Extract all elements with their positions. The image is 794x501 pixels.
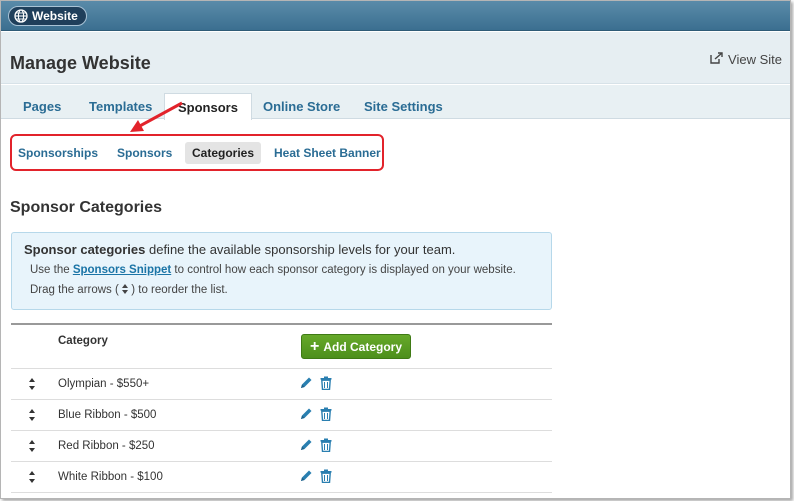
- view-site-link[interactable]: View Site: [710, 52, 782, 67]
- info-box: Sponsor categories define the available …: [11, 232, 552, 310]
- website-button[interactable]: Website: [8, 6, 87, 26]
- category-name: Red Ribbon - $250: [58, 440, 155, 452]
- tab-site-settings[interactable]: Site Settings: [364, 99, 443, 114]
- trash-icon[interactable]: [320, 376, 332, 390]
- info-description-rest: define the available sponsorship levels …: [145, 242, 456, 257]
- subtab-categories[interactable]: Categories: [185, 142, 262, 164]
- info-snippet-hint: Use the Sponsors Snippet to control how …: [30, 264, 516, 276]
- sponsors-subnav: Sponsorships Sponsors Categories Heat Sh…: [10, 134, 384, 171]
- pencil-icon[interactable]: [299, 438, 313, 452]
- page-title: Manage Website: [10, 53, 151, 73]
- top-bar: Website: [1, 1, 790, 31]
- category-name: Olympian - $550+: [58, 378, 150, 390]
- website-label: Website: [32, 9, 78, 23]
- red-pointer-arrow-icon: [130, 101, 183, 132]
- table-row: Red Ribbon - $250: [11, 431, 552, 462]
- plus-icon: +: [310, 337, 320, 355]
- sponsors-snippet-link[interactable]: Sponsors Snippet: [73, 264, 171, 276]
- info-snippet-suffix: to control how each sponsor category is …: [171, 264, 516, 276]
- pencil-icon[interactable]: [299, 376, 313, 390]
- sort-arrows-icon[interactable]: [28, 408, 36, 422]
- subtab-sponsorships[interactable]: Sponsorships: [18, 146, 98, 160]
- sort-arrows-icon[interactable]: [28, 377, 36, 391]
- table-row: Blue Ribbon - $500: [11, 400, 552, 431]
- categories-table: Category + Add Category Olympian - $550+…: [11, 323, 552, 493]
- tab-online-store[interactable]: Online Store: [263, 99, 340, 114]
- pencil-icon[interactable]: [299, 469, 313, 483]
- sort-arrows-icon[interactable]: [28, 470, 36, 484]
- app-window: Website Manage Website View Site Pages T…: [0, 0, 791, 499]
- external-link-icon: [710, 52, 723, 67]
- trash-icon[interactable]: [320, 407, 332, 421]
- column-header-category: Category: [58, 335, 108, 347]
- sort-arrows-icon[interactable]: [28, 439, 36, 453]
- table-row: Olympian - $550+: [11, 369, 552, 400]
- section-title: Sponsor Categories: [10, 199, 163, 216]
- pencil-icon[interactable]: [299, 407, 313, 421]
- globe-icon: [14, 9, 28, 23]
- info-description: Sponsor categories define the available …: [24, 242, 455, 257]
- page-header: Manage Website View Site: [1, 32, 790, 84]
- info-snippet-prefix: Use the: [30, 264, 73, 276]
- trash-icon[interactable]: [320, 438, 332, 452]
- subtab-sponsors[interactable]: Sponsors: [117, 146, 172, 160]
- info-drag-suffix: ) to reorder the list.: [128, 284, 228, 296]
- tab-pages[interactable]: Pages: [23, 99, 61, 114]
- table-header: Category + Add Category: [11, 325, 552, 369]
- view-site-label: View Site: [728, 52, 782, 67]
- category-name: White Ribbon - $100: [58, 471, 163, 483]
- trash-icon[interactable]: [320, 469, 332, 483]
- add-category-label: Add Category: [323, 339, 403, 354]
- table-row: White Ribbon - $100: [11, 462, 552, 493]
- info-bold-term: Sponsor categories: [24, 242, 146, 257]
- main-tabs: Pages Templates Sponsors Online Store Si…: [1, 85, 790, 120]
- subtab-heat-sheet-banner[interactable]: Heat Sheet Banner: [274, 146, 381, 160]
- category-name: Blue Ribbon - $500: [58, 409, 157, 421]
- info-drag-prefix: Drag the arrows (: [30, 284, 123, 296]
- info-drag-hint: Drag the arrows ( ) to reorder the list.: [30, 284, 228, 296]
- add-category-button[interactable]: + Add Category: [301, 334, 412, 359]
